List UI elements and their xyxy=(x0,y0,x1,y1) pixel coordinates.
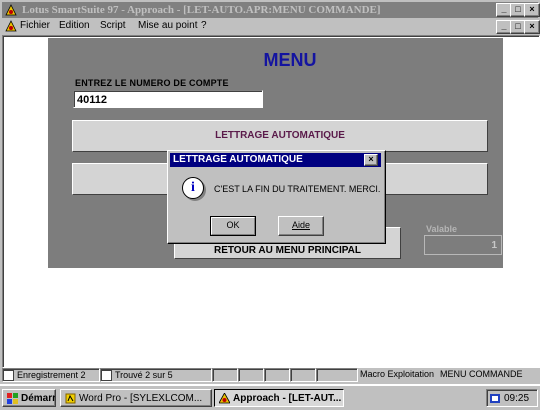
record-text: Enregistrement 2 xyxy=(17,370,86,380)
dialog-close-button[interactable]: × xyxy=(364,154,378,166)
word-pro-icon xyxy=(65,393,76,404)
taskbar-approach-label: Approach - [LET-AUT... xyxy=(233,393,342,404)
aide-button[interactable]: Aide xyxy=(278,216,324,236)
found-icon xyxy=(101,370,112,382)
app-icon xyxy=(5,4,17,16)
status-cell-empty-3 xyxy=(264,368,290,382)
status-bar: Enregistrement 2 Trouvé 2 sur 5 Macro Ex… xyxy=(2,368,538,382)
record-indicator[interactable]: Enregistrement 2 xyxy=(2,368,100,382)
valable-field[interactable]: 1 xyxy=(424,235,502,255)
menu-script[interactable]: Script xyxy=(100,18,126,34)
menu-mise-au-point[interactable]: Mise au point xyxy=(138,18,197,34)
ok-button[interactable]: OK xyxy=(210,216,256,236)
document-icon xyxy=(5,20,17,32)
close-button[interactable]: × xyxy=(524,3,540,17)
windows-logo-icon xyxy=(7,392,18,404)
menu-bar: Fichier Edition Script Mise au point ? _… xyxy=(2,18,540,34)
start-button[interactable]: Démarrer xyxy=(2,389,56,407)
taskbar-approach[interactable]: Approach - [LET-AUT... xyxy=(214,389,344,407)
dialog-titlebar[interactable]: LETTRAGE AUTOMATIQUE × xyxy=(170,153,381,167)
doc-close-button[interactable]: × xyxy=(524,20,540,34)
found-text: Trouvé 2 sur 5 xyxy=(115,370,173,380)
valable-label: Valable xyxy=(426,224,458,234)
ok-button-label: OK xyxy=(226,220,240,230)
view-indicator[interactable]: MENU COMMANDE xyxy=(440,368,523,380)
menu-fichier[interactable]: Fichier xyxy=(20,18,50,34)
page-title: MENU xyxy=(263,50,317,70)
dialog-title: LETTRAGE AUTOMATIQUE xyxy=(173,154,303,165)
start-label: Démarrer xyxy=(21,393,56,404)
found-indicator[interactable]: Trouvé 2 sur 5 xyxy=(100,368,212,382)
menu-edition[interactable]: Edition xyxy=(59,18,90,34)
info-icon: i xyxy=(182,177,204,199)
lettrage-automatique-label: LETTRAGE AUTOMATIQUE xyxy=(215,130,345,141)
aide-button-label: Aide xyxy=(291,220,310,230)
status-cell-empty-1 xyxy=(212,368,238,382)
record-icon xyxy=(3,370,14,382)
account-number-label: ENTREZ LE NUMERO DE COMPTE xyxy=(75,78,229,88)
retour-menu-principal-label: RETOUR AU MENU PRINCIPAL xyxy=(213,245,362,256)
status-cell-empty-2 xyxy=(238,368,264,382)
app-window: Lotus SmartSuite 97 - Approach - [LET-AU… xyxy=(0,0,540,384)
lettrage-automatique-button[interactable]: LETTRAGE AUTOMATIQUE xyxy=(72,120,488,152)
taskbar-word-pro-label: Word Pro - [SYLEXLCOM... xyxy=(79,393,203,404)
approach-icon xyxy=(218,392,231,404)
account-number-field[interactable]: 40112 xyxy=(73,90,263,108)
dialog-message: C'EST LA FIN DU TRAITEMENT. MERCI. xyxy=(214,184,381,194)
menu-help[interactable]: ? xyxy=(201,18,207,34)
status-cell-empty-4 xyxy=(290,368,316,382)
window-title: Lotus SmartSuite 97 - Approach - [LET-AU… xyxy=(22,4,381,16)
tray-icon[interactable] xyxy=(490,393,501,404)
window-titlebar[interactable]: Lotus SmartSuite 97 - Approach - [LET-AU… xyxy=(2,2,540,18)
message-dialog: LETTRAGE AUTOMATIQUE × i C'EST LA FIN DU… xyxy=(167,150,386,244)
system-tray: 09:25 xyxy=(486,389,538,407)
status-cell-empty-5 xyxy=(316,368,358,382)
clock[interactable]: 09:25 xyxy=(504,393,529,404)
taskbar-word-pro[interactable]: Word Pro - [SYLEXLCOM... xyxy=(60,389,212,407)
macro-indicator[interactable]: Macro Exploitation xyxy=(360,368,434,380)
taskbar: Démarrer Word Pro - [SYLEXLCOM... Approa… xyxy=(0,385,540,410)
